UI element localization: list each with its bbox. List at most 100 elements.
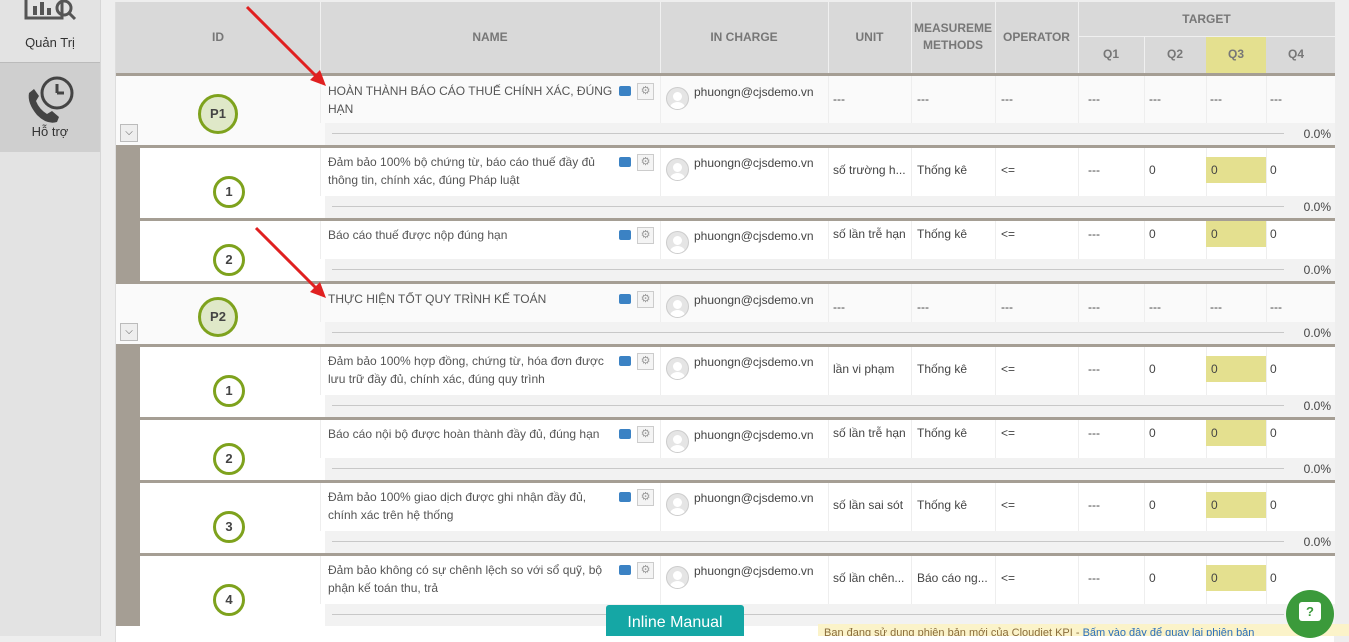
q2-cell[interactable]: --- bbox=[1149, 92, 1161, 106]
q3-cell[interactable]: 0 bbox=[1206, 157, 1266, 183]
comment-icon[interactable] bbox=[619, 565, 631, 575]
operator-cell: <= bbox=[1001, 227, 1016, 241]
q2-cell[interactable]: 0 bbox=[1149, 426, 1156, 440]
q2-cell[interactable]: 0 bbox=[1149, 362, 1156, 376]
inline-manual-button[interactable]: Inline Manual bbox=[606, 605, 744, 636]
kpi-child-row[interactable]: 1 Đảm bảo 100% hợp đồng, chứng từ, hóa đơ… bbox=[116, 344, 1335, 417]
q1-cell[interactable]: --- bbox=[1088, 227, 1100, 241]
comment-icon[interactable] bbox=[619, 429, 631, 439]
notice-link[interactable]: Bấm vào đây để quay lại phiên bản bbox=[1083, 627, 1255, 636]
col-header-methods-line1[interactable]: MEASUREME bbox=[911, 21, 995, 35]
col-header-q1[interactable]: Q1 bbox=[1078, 47, 1144, 61]
in-charge-email[interactable]: phuongn@cjsdemo.vn bbox=[694, 229, 814, 243]
kpi-id-badge[interactable]: P2 bbox=[198, 297, 238, 337]
gear-icon[interactable]: ⚙ bbox=[637, 291, 654, 308]
col-header-unit[interactable]: UNIT bbox=[828, 30, 911, 44]
in-charge-email[interactable]: phuongn@cjsdemo.vn bbox=[694, 428, 814, 442]
q1-cell[interactable]: --- bbox=[1088, 163, 1100, 177]
q3-cell[interactable]: 0 bbox=[1206, 565, 1266, 591]
comment-icon[interactable] bbox=[619, 356, 631, 366]
q3-cell[interactable]: --- bbox=[1210, 300, 1222, 314]
expand-toggle-icon[interactable]: ⌵ bbox=[120, 124, 138, 142]
q4-cell[interactable]: 0 bbox=[1270, 227, 1277, 241]
kpi-child-row[interactable]: 2 Báo cáo nội bộ được hoàn thành đầy đủ, … bbox=[116, 417, 1335, 480]
q4-cell[interactable]: 0 bbox=[1270, 426, 1277, 440]
kpi-name[interactable]: HOÀN THÀNH BÁO CÁO THUẾ CHÍNH XÁC, ĐÚNG … bbox=[328, 82, 613, 118]
comment-icon[interactable] bbox=[619, 157, 631, 167]
operator-cell: --- bbox=[1001, 300, 1013, 314]
gear-icon[interactable]: ⚙ bbox=[637, 154, 654, 171]
q4-cell[interactable]: --- bbox=[1270, 92, 1282, 106]
q1-cell[interactable]: --- bbox=[1088, 571, 1100, 585]
comment-icon[interactable] bbox=[619, 86, 631, 96]
kpi-name[interactable]: Đảm bảo 100% giao dịch được ghi nhận đầy… bbox=[328, 488, 613, 524]
kpi-name[interactable]: Đảm bảo 100% hợp đồng, chứng từ, hóa đơn… bbox=[328, 352, 613, 388]
kpi-id-badge[interactable]: 1 bbox=[213, 375, 245, 407]
comment-icon[interactable] bbox=[619, 294, 631, 304]
kpi-id-badge[interactable]: 3 bbox=[213, 511, 245, 543]
q2-cell[interactable]: 0 bbox=[1149, 571, 1156, 585]
kpi-name[interactable]: THỰC HIỆN TỐT QUY TRÌNH KẾ TOÁN bbox=[328, 290, 613, 308]
sidebar-item-admin[interactable]: Quản Trị bbox=[0, 0, 100, 60]
avatar bbox=[666, 430, 689, 453]
gear-icon[interactable]: ⚙ bbox=[637, 83, 654, 100]
q2-cell[interactable]: --- bbox=[1149, 300, 1161, 314]
col-header-name[interactable]: NAME bbox=[320, 30, 660, 44]
kpi-id-badge[interactable]: P1 bbox=[198, 93, 238, 134]
in-charge-email[interactable]: phuongn@cjsdemo.vn bbox=[694, 355, 814, 369]
q2-cell[interactable]: 0 bbox=[1149, 163, 1156, 177]
q1-cell[interactable]: --- bbox=[1088, 300, 1100, 314]
row-indent-bar bbox=[116, 148, 140, 218]
kpi-name[interactable]: Đảm bảo 100% bộ chứng từ, báo cáo thuế đ… bbox=[328, 153, 613, 189]
kpi-child-row[interactable]: 1 Đảm bảo 100% bộ chứng từ, báo cáo thuế … bbox=[116, 145, 1335, 218]
q1-cell[interactable]: --- bbox=[1088, 426, 1100, 440]
in-charge-email[interactable]: phuongn@cjsdemo.vn bbox=[694, 156, 814, 170]
gear-icon[interactable]: ⚙ bbox=[637, 227, 654, 244]
q2-cell[interactable]: 0 bbox=[1149, 227, 1156, 241]
in-charge-email[interactable]: phuongn@cjsdemo.vn bbox=[694, 293, 814, 307]
expand-toggle-icon[interactable]: ⌵ bbox=[120, 323, 138, 341]
kpi-id-badge[interactable]: 2 bbox=[213, 244, 245, 276]
col-header-q2[interactable]: Q2 bbox=[1144, 47, 1206, 61]
q4-cell[interactable]: 0 bbox=[1270, 362, 1277, 376]
q1-cell[interactable]: --- bbox=[1088, 92, 1100, 106]
kpi-id-badge[interactable]: 2 bbox=[213, 443, 245, 475]
col-header-q4[interactable]: Q4 bbox=[1266, 47, 1326, 61]
in-charge-email[interactable]: phuongn@cjsdemo.vn bbox=[694, 491, 814, 505]
q3-cell[interactable]: 0 bbox=[1206, 221, 1266, 247]
kpi-child-row[interactable]: 3 Đảm bảo 100% giao dịch được ghi nhận đầ… bbox=[116, 480, 1335, 553]
in-charge-email[interactable]: phuongn@cjsdemo.vn bbox=[694, 85, 814, 99]
q2-cell[interactable]: 0 bbox=[1149, 498, 1156, 512]
kpi-id-badge[interactable]: 1 bbox=[213, 176, 245, 208]
gear-icon[interactable]: ⚙ bbox=[637, 353, 654, 370]
sidebar-item-support[interactable]: Hỗ trợ bbox=[0, 63, 100, 152]
col-header-methods-line2[interactable]: METHODS bbox=[911, 38, 995, 52]
col-header-operator[interactable]: OPERATOR bbox=[995, 30, 1078, 44]
gear-icon[interactable]: ⚙ bbox=[637, 562, 654, 579]
col-header-in-charge[interactable]: IN CHARGE bbox=[660, 30, 828, 44]
help-button[interactable]: ? bbox=[1286, 590, 1334, 638]
q3-cell[interactable]: 0 bbox=[1206, 492, 1266, 518]
q3-cell[interactable]: 0 bbox=[1206, 356, 1266, 382]
in-charge-email[interactable]: phuongn@cjsdemo.vn bbox=[694, 564, 814, 578]
q4-cell[interactable]: 0 bbox=[1270, 571, 1277, 585]
q4-cell[interactable]: --- bbox=[1270, 300, 1282, 314]
q3-cell[interactable]: 0 bbox=[1206, 420, 1266, 446]
progress-percent: 0.0% bbox=[1303, 462, 1331, 476]
col-header-q3[interactable]: Q3 bbox=[1206, 47, 1266, 61]
q1-cell[interactable]: --- bbox=[1088, 498, 1100, 512]
operator-cell: --- bbox=[1001, 92, 1013, 106]
q1-cell[interactable]: --- bbox=[1088, 362, 1100, 376]
kpi-name[interactable]: Đảm bảo không có sự chênh lệch so với sổ… bbox=[328, 561, 613, 597]
kpi-name[interactable]: Báo cáo nội bộ được hoàn thành đầy đủ, đ… bbox=[328, 425, 613, 443]
comment-icon[interactable] bbox=[619, 492, 631, 502]
q4-cell[interactable]: 0 bbox=[1270, 498, 1277, 512]
annotation-arrow bbox=[254, 226, 326, 298]
q3-cell[interactable]: --- bbox=[1210, 92, 1222, 106]
q4-cell[interactable]: 0 bbox=[1270, 163, 1277, 177]
gear-icon[interactable]: ⚙ bbox=[637, 489, 654, 506]
kpi-id-badge[interactable]: 4 bbox=[213, 584, 245, 616]
kpi-name[interactable]: Báo cáo thuế được nộp đúng hạn bbox=[328, 226, 613, 244]
comment-icon[interactable] bbox=[619, 230, 631, 240]
gear-icon[interactable]: ⚙ bbox=[637, 426, 654, 443]
